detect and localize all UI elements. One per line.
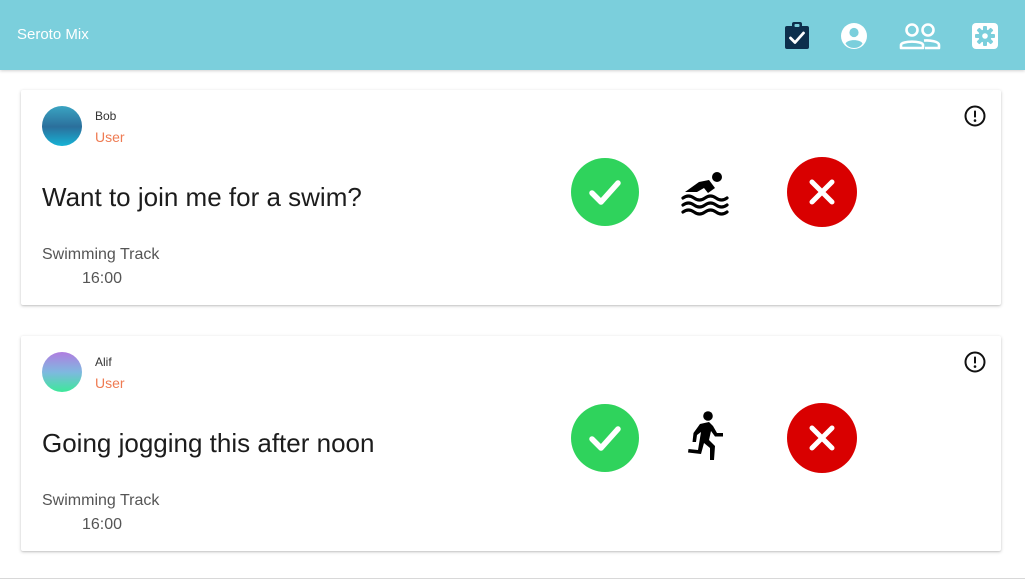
app-title: Seroto Mix bbox=[17, 26, 89, 43]
close-icon bbox=[809, 425, 835, 451]
invitation-location: Swimming Track bbox=[42, 246, 160, 263]
accept-button[interactable] bbox=[571, 404, 639, 472]
invitation-time: 16:00 bbox=[82, 270, 123, 287]
invitation-message: Going jogging this after noon bbox=[42, 428, 375, 458]
divider bbox=[0, 578, 1025, 579]
report-icon[interactable] bbox=[963, 104, 987, 128]
close-icon bbox=[809, 179, 835, 205]
invitation-card: Alif User Going jogging this after noon … bbox=[21, 336, 1001, 551]
check-icon bbox=[589, 426, 621, 451]
settings-icon[interactable] bbox=[971, 19, 999, 53]
user-role: User bbox=[95, 375, 125, 391]
check-icon bbox=[589, 180, 621, 205]
reject-button[interactable] bbox=[787, 403, 857, 473]
user-role: User bbox=[95, 129, 125, 145]
user-name: Bob bbox=[95, 109, 117, 123]
avatar bbox=[42, 352, 82, 392]
reject-button[interactable] bbox=[787, 157, 857, 227]
invitation-card: Bob User Want to join me for a swim? Swi… bbox=[21, 90, 1001, 305]
people-outline-icon[interactable] bbox=[899, 19, 941, 53]
app-header: Seroto Mix bbox=[0, 0, 1025, 70]
account-circle-icon[interactable] bbox=[840, 19, 868, 53]
running-icon bbox=[679, 411, 733, 466]
report-icon[interactable] bbox=[963, 350, 987, 374]
swimming-icon bbox=[679, 166, 733, 220]
accept-button[interactable] bbox=[571, 158, 639, 226]
clipboard-check-icon[interactable] bbox=[784, 19, 810, 53]
avatar bbox=[42, 106, 82, 146]
user-name: Alif bbox=[95, 355, 112, 369]
invitation-time: 16:00 bbox=[82, 516, 123, 533]
invitation-location: Swimming Track bbox=[42, 492, 160, 509]
invitation-message: Want to join me for a swim? bbox=[42, 182, 362, 212]
